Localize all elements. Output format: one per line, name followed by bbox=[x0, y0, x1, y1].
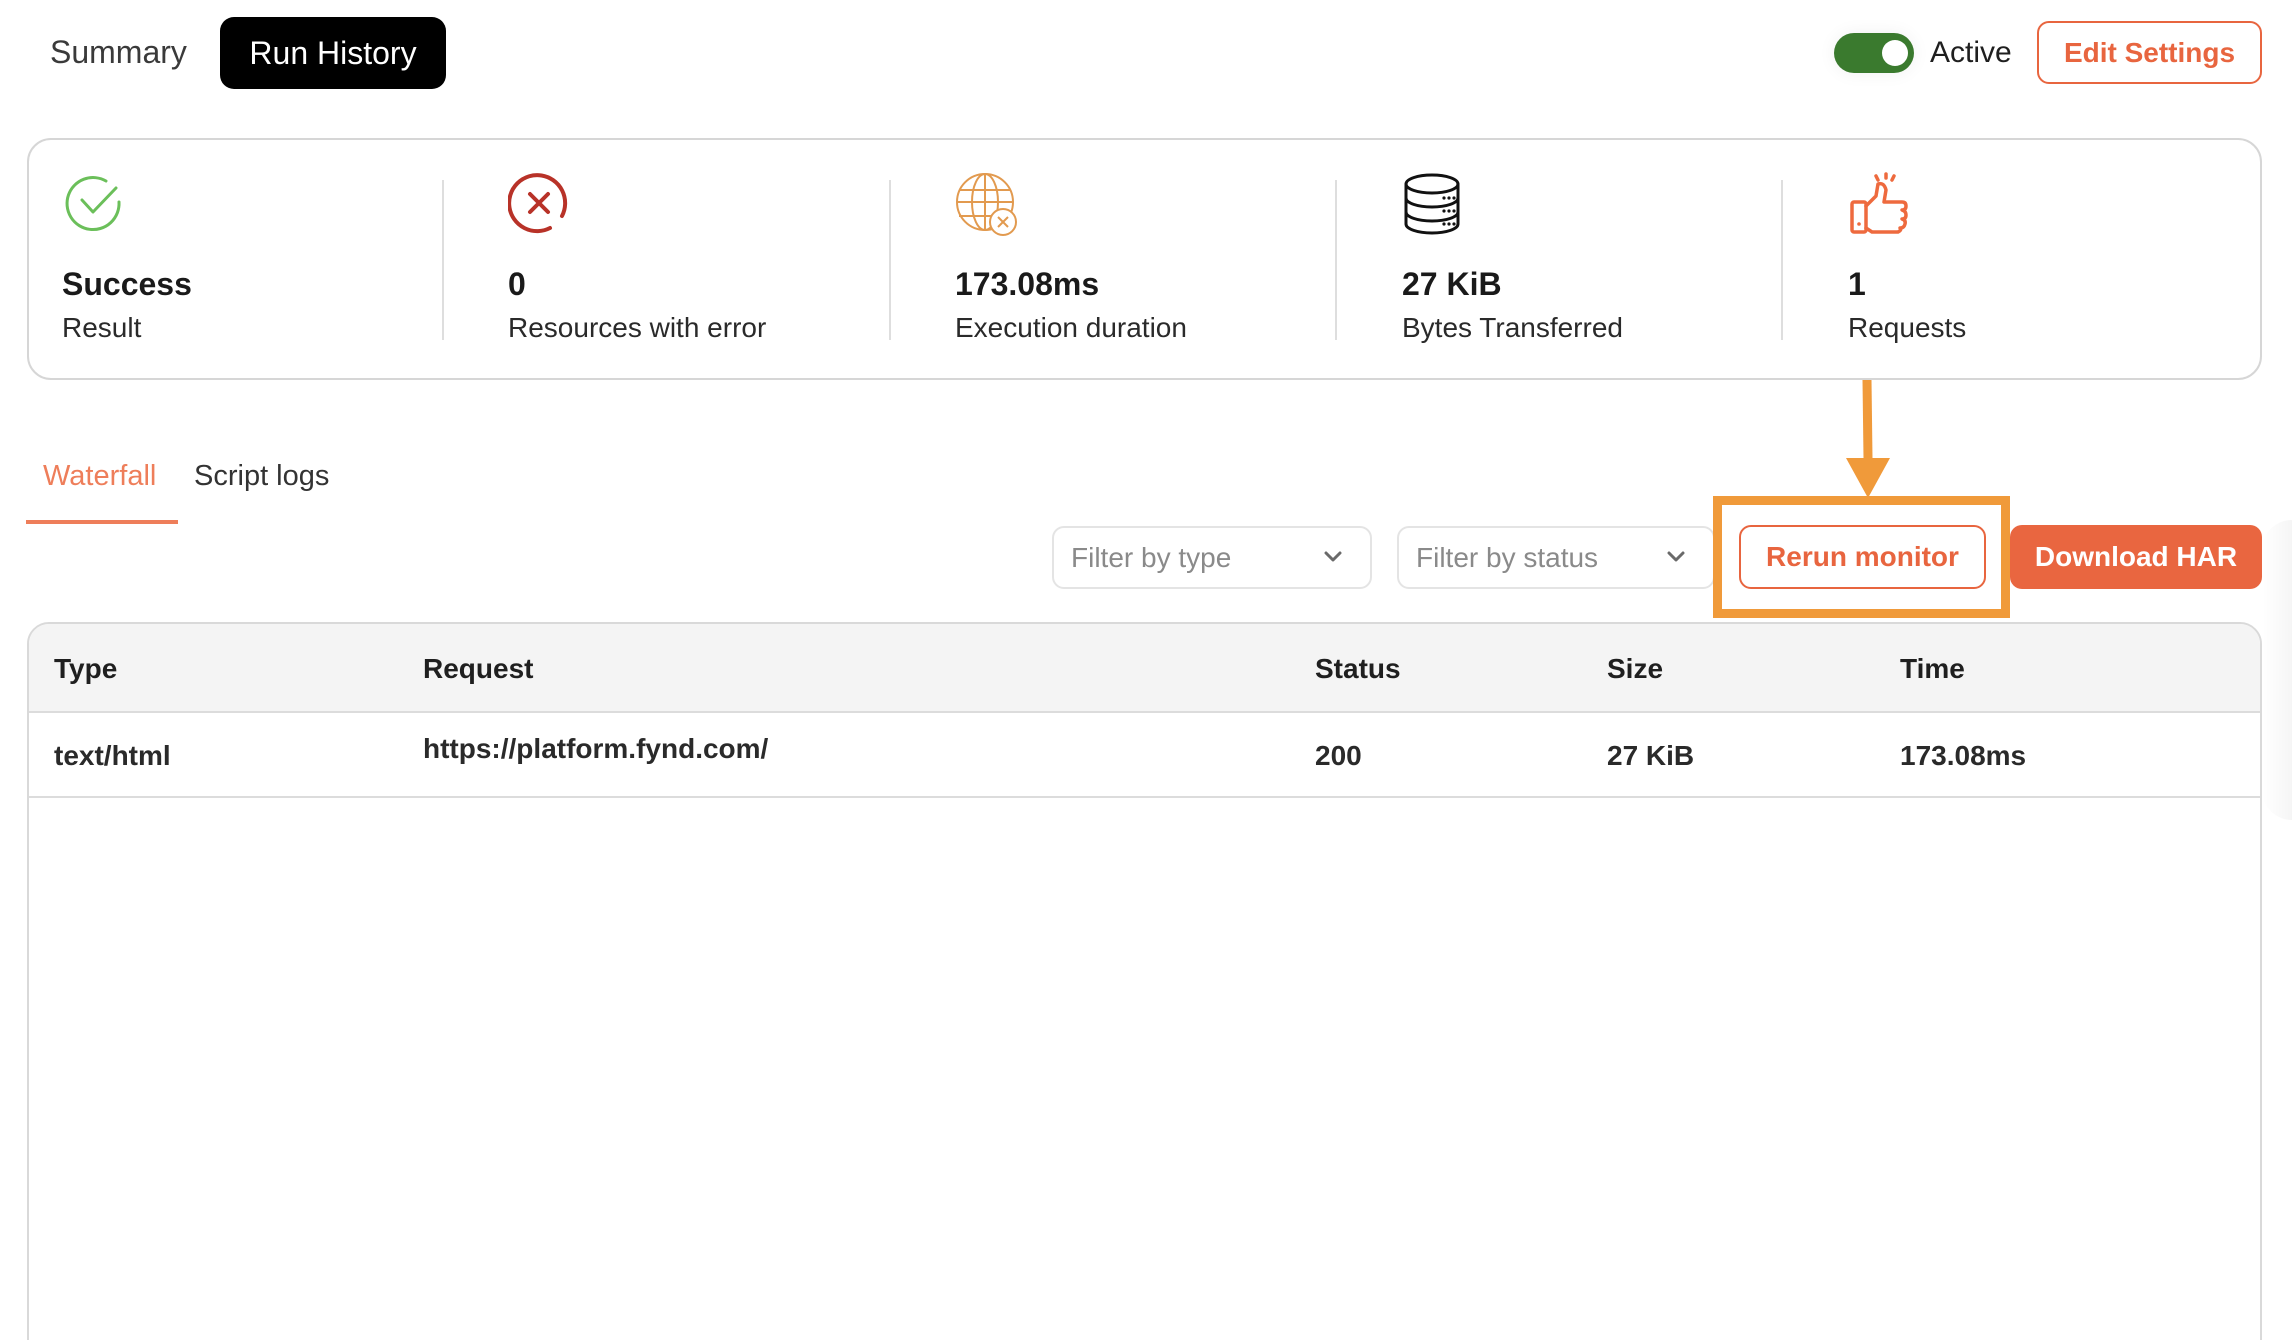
cell-request-url[interactable]: https://platform.fynd.com/ bbox=[423, 713, 768, 785]
stat-value: Success bbox=[62, 266, 192, 302]
stat-value: 173.08ms bbox=[955, 266, 1100, 302]
stat-label: Resources with error bbox=[508, 312, 767, 343]
column-header-status: Status bbox=[1315, 653, 1401, 684]
thumbs-up-icon bbox=[1850, 172, 1908, 234]
stat-value: 27 KiB bbox=[1402, 266, 1502, 302]
download-har-button[interactable]: Download HAR bbox=[2010, 525, 2262, 589]
stat-divider bbox=[1335, 180, 1337, 340]
stat-divider bbox=[1781, 180, 1783, 340]
cell-type: text/html bbox=[54, 740, 171, 771]
cell-time: 173.08ms bbox=[1900, 740, 2027, 771]
filter-by-status-select[interactable]: Filter by status bbox=[1397, 526, 1715, 589]
table-header: Type Request Status Size Time bbox=[29, 624, 2260, 713]
edge-shadow bbox=[2262, 520, 2292, 820]
cell-status: 200 bbox=[1315, 740, 1362, 771]
column-header-request: Request bbox=[423, 653, 534, 684]
stat-label: Execution duration bbox=[955, 312, 1187, 343]
toggle-knob bbox=[1882, 40, 1908, 66]
database-icon bbox=[1404, 173, 1460, 235]
filter-type-placeholder: Filter by type bbox=[1071, 542, 1232, 573]
table-row[interactable]: text/html https://platform.fynd.com/ 200… bbox=[29, 713, 2260, 798]
check-circle-icon bbox=[65, 176, 121, 232]
chevron-down-icon bbox=[1324, 551, 1342, 562]
tab-summary[interactable]: Summary bbox=[50, 28, 187, 76]
rerun-monitor-button[interactable]: Rerun monitor bbox=[1739, 525, 1986, 589]
column-header-size: Size bbox=[1607, 653, 1664, 684]
edit-settings-button[interactable]: Edit Settings bbox=[2037, 21, 2262, 84]
tab-waterfall[interactable]: Waterfall bbox=[43, 452, 156, 500]
stat-label: Bytes Transferred bbox=[1402, 312, 1623, 343]
stat-value: 1 bbox=[1848, 266, 1866, 302]
stat-label: Result bbox=[62, 312, 142, 343]
stat-value: 0 bbox=[508, 266, 526, 302]
stat-divider bbox=[442, 180, 444, 340]
filter-status-placeholder: Filter by status bbox=[1416, 542, 1599, 573]
cell-size: 27 KiB bbox=[1607, 740, 1695, 771]
tab-run-history[interactable]: Run History bbox=[220, 17, 446, 89]
active-toggle[interactable] bbox=[1834, 33, 1914, 73]
tab-script-logs[interactable]: Script logs bbox=[194, 452, 329, 500]
globe-error-icon bbox=[956, 173, 1017, 236]
x-circle-icon bbox=[508, 173, 568, 234]
column-header-time: Time bbox=[1900, 653, 1965, 684]
filter-by-type-select[interactable]: Filter by type bbox=[1052, 526, 1372, 589]
waterfall-table: Type Request Status Size Time text/html … bbox=[27, 622, 2262, 1340]
run-summary-card: Success Result 0 Resources with error 17… bbox=[27, 138, 2262, 380]
stat-label: Requests bbox=[1848, 312, 1967, 343]
stat-divider bbox=[889, 180, 891, 340]
annotation-arrow-icon bbox=[1846, 380, 1890, 498]
column-header-type: Type bbox=[54, 653, 118, 684]
chevron-down-icon bbox=[1667, 551, 1685, 562]
active-tab-indicator bbox=[26, 520, 178, 524]
active-label: Active bbox=[1930, 36, 2012, 69]
